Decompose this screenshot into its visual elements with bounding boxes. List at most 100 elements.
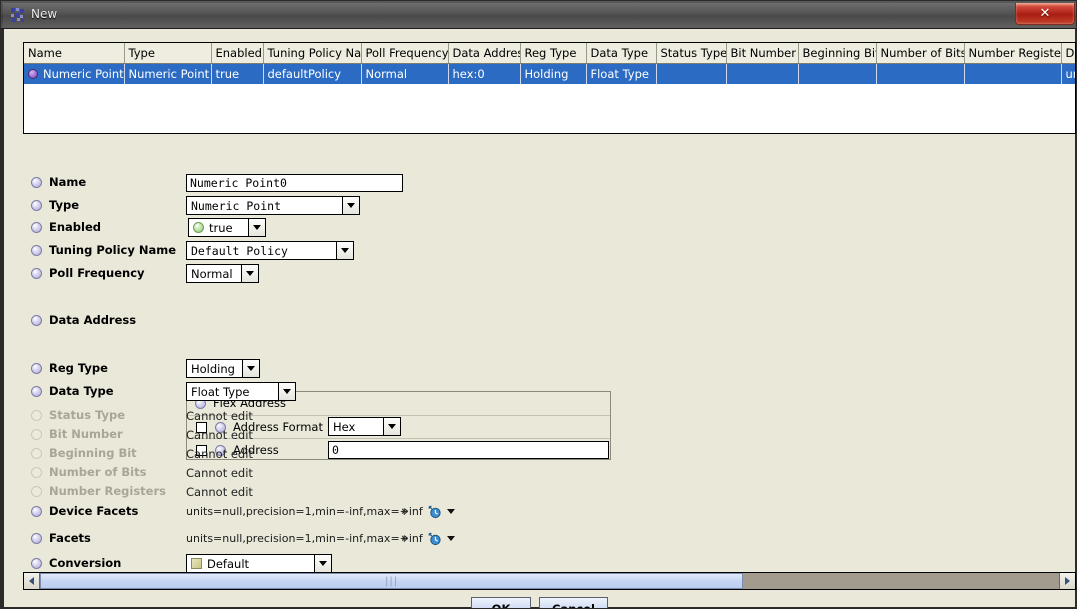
col-device[interactable]: Device (1061, 43, 1075, 64)
facets-menu-caret-icon[interactable] (447, 536, 455, 541)
field-row-reg-type: Reg Type Holding (23, 358, 1076, 380)
col-enabled[interactable]: Enabled (211, 43, 264, 64)
value-number-of-bits: Cannot edit (186, 466, 253, 480)
history-clock-icon[interactable] (427, 504, 442, 519)
col-data-type[interactable]: Data Type (586, 43, 657, 64)
chevron-down-icon[interactable] (342, 197, 359, 214)
cell-data-address[interactable]: hex:0 (448, 63, 521, 84)
col-status-type[interactable]: Status Type (656, 43, 727, 64)
numeric-point-icon (28, 69, 38, 79)
label-reg-type: Reg Type (49, 361, 108, 375)
history-clock-icon[interactable] (427, 531, 442, 546)
property-bullet-icon (31, 533, 42, 544)
label-number-registers: Number Registers (49, 484, 166, 498)
cell-status-type[interactable] (656, 63, 727, 84)
label-facets: Facets (49, 531, 91, 545)
horizontal-scrollbar[interactable]: ||| (23, 572, 1076, 590)
label-type: Type (49, 198, 80, 212)
window-title: New (31, 7, 58, 21)
enabled-combo-value: true (209, 220, 233, 235)
ok-button[interactable]: OK (471, 597, 532, 608)
property-bullet-icon (31, 506, 42, 517)
chevron-down-icon[interactable] (248, 219, 265, 236)
table-header-row: Name Type Enabled Tuning Policy Name Pol… (24, 43, 1075, 64)
enabled-true-icon (193, 222, 204, 233)
cell-type[interactable]: Numeric Point (124, 63, 212, 84)
label-data-address: Data Address (49, 313, 137, 327)
chevron-down-icon[interactable] (336, 242, 353, 259)
cancel-button[interactable]: Cancel (539, 597, 608, 608)
field-row-poll-frequency: Poll Frequency Normal (23, 263, 1076, 285)
col-number-registers[interactable]: Number Registers (964, 43, 1062, 64)
data-type-combo-value: Float Type (191, 384, 250, 399)
type-combo[interactable]: Numeric Point (186, 196, 360, 215)
col-poll-frequency[interactable]: Poll Frequency (361, 43, 449, 64)
col-number-of-bits[interactable]: Number of Bits (876, 43, 965, 64)
points-table[interactable]: Name Type Enabled Tuning Policy Name Pol… (23, 42, 1076, 134)
chevron-down-icon[interactable] (241, 265, 258, 282)
name-input[interactable]: Numeric Point0 (186, 174, 403, 192)
col-beginning-bit[interactable]: Beginning Bit (798, 43, 877, 64)
field-row-tuning-policy: Tuning Policy Name Default Policy (23, 240, 1076, 262)
conversion-combo[interactable]: Default (186, 554, 332, 573)
reg-type-combo[interactable]: Holding (186, 359, 260, 378)
enabled-combo[interactable]: true (188, 218, 266, 237)
col-name[interactable]: Name (24, 43, 125, 64)
table-row[interactable]: Numeric Point0 Numeric Point true defaul… (24, 63, 1075, 84)
cell-poll-frequency[interactable]: Normal (361, 63, 449, 84)
cell-bit-number[interactable] (726, 63, 799, 84)
field-row-number-registers: Number Registers Cannot edit (23, 481, 1076, 503)
cell-name[interactable]: Numeric Point0 (24, 63, 125, 84)
col-data-address[interactable]: Data Address (448, 43, 521, 64)
close-icon[interactable]: ✕ (1015, 3, 1075, 25)
chevron-down-icon[interactable] (314, 555, 331, 572)
cell-beginning-bit[interactable] (798, 63, 877, 84)
col-tuning-policy[interactable]: Tuning Policy Name (263, 43, 362, 64)
col-type[interactable]: Type (124, 43, 212, 64)
cell-name-text: Numeric Point0 (43, 67, 124, 81)
window-titlebar: New ✕ (1, 1, 1076, 29)
col-reg-type[interactable]: Reg Type (520, 43, 587, 64)
field-row-type: Type Numeric Point (23, 195, 1076, 217)
label-beginning-bit: Beginning Bit (49, 446, 137, 460)
dialog-window: New ✕ Name Type Enabled Tuning Policy Na… (0, 0, 1077, 609)
scroll-right-button[interactable] (1059, 573, 1075, 589)
value-status-type: Cannot edit (186, 409, 253, 423)
chevron-down-icon[interactable] (242, 360, 259, 377)
label-device-facets: Device Facets (49, 504, 139, 518)
field-row-enabled: Enabled true (23, 217, 1076, 239)
label-name: Name (49, 175, 87, 189)
reg-type-combo-value: Holding (191, 361, 235, 376)
dialog-body: Name Type Enabled Tuning Policy Name Pol… (1, 29, 1076, 608)
tuning-policy-combo[interactable]: Default Policy (186, 241, 354, 260)
type-combo-value: Numeric Point (191, 198, 282, 213)
property-bullet-icon-disabled (31, 467, 42, 478)
field-row-device-facets: Device Facets units=null,precision=1,min… (23, 501, 1076, 523)
scroll-left-button[interactable] (24, 573, 40, 589)
chevron-down-icon[interactable] (278, 383, 295, 400)
data-type-combo[interactable]: Float Type (186, 382, 296, 401)
field-row-data-type: Data Type Float Type (23, 381, 1076, 403)
points-table-grid: Name Type Enabled Tuning Policy Name Pol… (24, 43, 1075, 84)
scrollbar-thumb[interactable]: ||| (40, 573, 744, 589)
poll-frequency-combo[interactable]: Normal (186, 264, 259, 283)
field-row-name: Name Numeric Point0 (23, 172, 1076, 194)
expand-facets-icon[interactable]: » (401, 504, 409, 518)
cell-enabled[interactable]: true (211, 63, 264, 84)
cell-number-of-bits[interactable] (876, 63, 965, 84)
cell-data-type[interactable]: Float Type (586, 63, 657, 84)
cell-device[interactable]: units (1061, 63, 1075, 84)
cell-reg-type[interactable]: Holding (520, 63, 587, 84)
scrollbar-track[interactable]: ||| (40, 573, 1059, 589)
value-device-facets: units=null,precision=1,min=-inf,max=+inf (186, 505, 423, 518)
col-bit-number[interactable]: Bit Number (726, 43, 799, 64)
label-tuning-policy-name: Tuning Policy Name (49, 243, 177, 257)
field-row-data-address: Data Address (23, 310, 1076, 332)
label-data-type: Data Type (49, 384, 114, 398)
cell-number-registers[interactable] (964, 63, 1062, 84)
expand-facets-icon[interactable]: » (401, 531, 409, 545)
facets-menu-caret-icon[interactable] (447, 509, 455, 514)
property-bullet-icon-disabled (31, 410, 42, 421)
value-number-registers: Cannot edit (186, 485, 253, 499)
cell-tuning-policy[interactable]: defaultPolicy (263, 63, 362, 84)
